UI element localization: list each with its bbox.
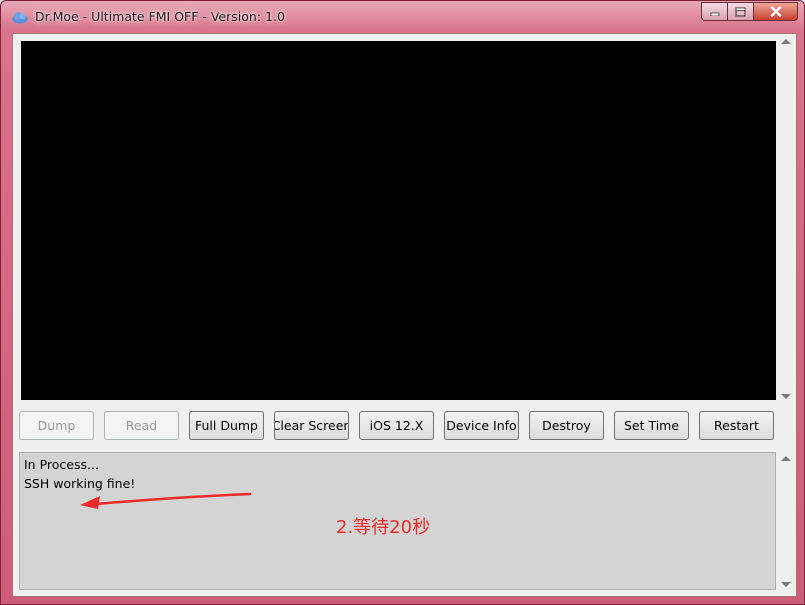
restart-button[interactable]: Restart — [699, 411, 774, 440]
full-dump-button[interactable]: Full Dump — [189, 411, 264, 440]
maximize-button[interactable] — [727, 2, 753, 21]
scroll-down-icon[interactable] — [781, 394, 791, 399]
device-info-button[interactable]: Device Info — [444, 411, 519, 440]
annotation-arrow-icon — [80, 492, 252, 509]
window-title: Dr.Moe - Ultimate FMI OFF - Version: 1.0 — [35, 9, 285, 24]
log-scrollbar[interactable] — [778, 452, 794, 590]
app-window: Dr.Moe - Ultimate FMI OFF - Version: 1.0 — [0, 0, 805, 605]
output-scrollbar[interactable] — [778, 35, 794, 401]
output-screen — [21, 41, 776, 400]
log-textbox[interactable]: In Process... SSH working fine! 2.等待20秒 — [19, 452, 776, 590]
action-button-row: Dump Read Full Dump Clear Screen iOS 12.… — [19, 411, 779, 441]
set-time-button[interactable]: Set Time — [614, 411, 689, 440]
annotation-text: 2.等待20秒 — [336, 517, 431, 538]
cloud-icon — [12, 12, 28, 24]
dump-button[interactable]: Dump — [19, 411, 94, 440]
scroll-down-icon[interactable] — [781, 582, 791, 587]
close-button[interactable] — [753, 2, 798, 21]
clear-screen-button[interactable]: Clear Screen — [274, 411, 349, 440]
caption-buttons — [701, 2, 798, 22]
destroy-button[interactable]: Destroy — [529, 411, 604, 440]
maximize-icon — [735, 7, 746, 16]
minimize-icon — [710, 12, 719, 16]
client-area: Dump Read Full Dump Clear Screen iOS 12.… — [12, 33, 797, 597]
scroll-up-icon[interactable] — [781, 39, 791, 44]
log-line: In Process... — [24, 457, 99, 472]
title-bar[interactable]: Dr.Moe - Ultimate FMI OFF - Version: 1.0 — [1, 1, 804, 33]
minimize-button[interactable] — [701, 2, 727, 21]
close-icon — [770, 6, 781, 17]
read-button[interactable]: Read — [104, 411, 179, 440]
scroll-up-icon[interactable] — [781, 456, 791, 461]
ios-12x-button[interactable]: iOS 12.X — [359, 411, 434, 440]
